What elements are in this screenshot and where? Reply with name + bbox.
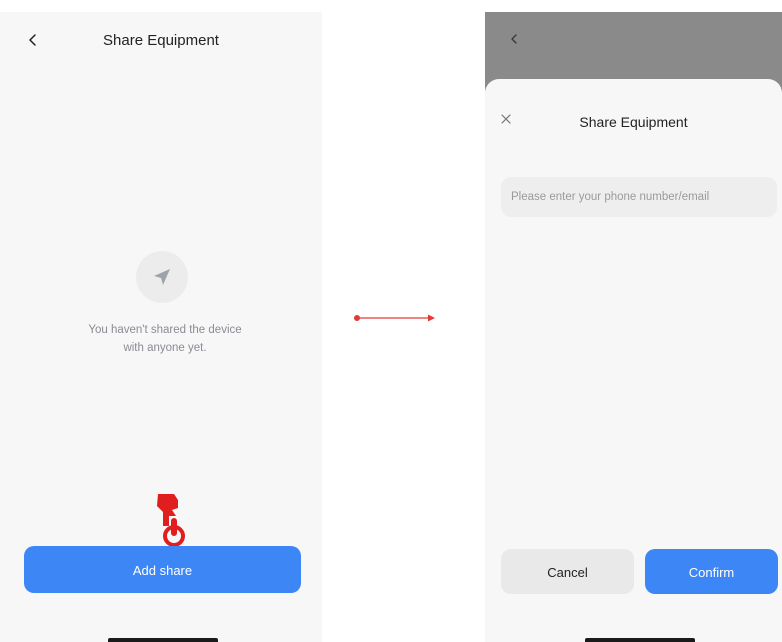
share-equipment-screen: Share Equipment You haven't shared the d… xyxy=(0,12,322,642)
phone-email-input[interactable] xyxy=(501,177,777,217)
nav-header: Share Equipment xyxy=(0,12,322,68)
share-dialog-screen: Share Equipment Cancel Confirm xyxy=(485,12,782,642)
empty-state-line-2: with anyone yet. xyxy=(123,342,207,354)
page-title: Share Equipment xyxy=(103,32,219,49)
send-icon xyxy=(154,269,170,285)
cancel-button[interactable]: Cancel xyxy=(501,549,634,594)
empty-state-message: You haven't shared the device with anyon… xyxy=(40,321,290,357)
home-indicator xyxy=(108,638,218,642)
sheet-title: Share Equipment xyxy=(579,114,688,130)
add-share-button[interactable]: Add share xyxy=(24,546,301,593)
empty-state-icon xyxy=(136,251,188,303)
home-indicator xyxy=(585,638,695,642)
empty-state-line-1: You haven't shared the device xyxy=(88,324,242,336)
flow-arrow-icon xyxy=(352,310,436,322)
share-bottom-sheet: Share Equipment Cancel Confirm xyxy=(485,79,782,642)
back-icon xyxy=(509,33,519,48)
tap-hand-icon xyxy=(152,492,192,552)
confirm-button[interactable]: Confirm xyxy=(645,549,778,594)
